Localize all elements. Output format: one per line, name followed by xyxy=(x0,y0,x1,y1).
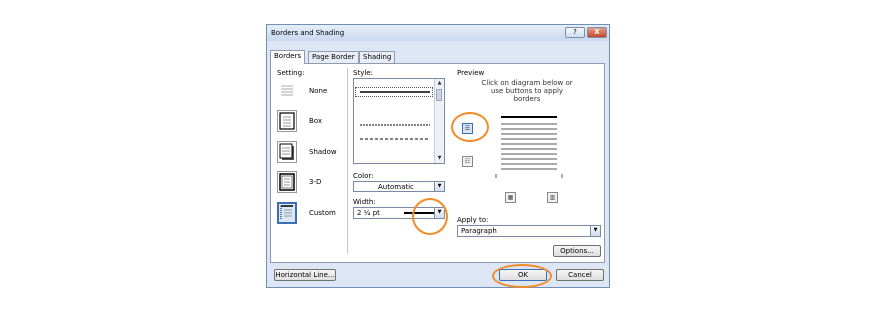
chevron-down-icon[interactable]: ▼ xyxy=(434,208,444,218)
style-list-scrollbar[interactable]: ▲ ▼ xyxy=(434,79,444,163)
title-bar: Borders and Shading ? X xyxy=(267,25,609,41)
divider xyxy=(347,68,348,254)
style-heading: Style: xyxy=(353,69,373,77)
color-heading: Color: xyxy=(353,172,374,180)
cancel-button[interactable]: Cancel xyxy=(556,269,604,281)
apply-to-value: Paragraph xyxy=(461,227,497,235)
preview-heading: Preview xyxy=(457,69,485,77)
setting-custom-label: Custom xyxy=(309,209,336,217)
scroll-up-icon[interactable]: ▲ xyxy=(435,79,444,88)
setting-heading: Setting: xyxy=(277,69,305,77)
ok-button[interactable]: OK xyxy=(499,269,547,281)
horizontal-line-button[interactable]: Horizontal Line... xyxy=(274,269,336,281)
scroll-thumb[interactable] xyxy=(436,89,442,101)
tab-shading[interactable]: Shading xyxy=(359,51,396,63)
chevron-down-icon[interactable]: ▼ xyxy=(590,226,600,236)
help-button[interactable]: ? xyxy=(565,27,585,38)
apply-to-select[interactable]: Paragraph ▼ xyxy=(457,225,601,237)
setting-3d-icon xyxy=(277,171,297,193)
color-select[interactable]: Automatic ▼ xyxy=(353,181,445,192)
setting-custom-icon xyxy=(277,202,297,224)
style-list-lines xyxy=(360,91,430,140)
setting-none-label: None xyxy=(309,87,328,95)
chevron-down-icon[interactable]: ▼ xyxy=(434,182,444,191)
setting-box-label: Box xyxy=(309,117,323,125)
close-button[interactable]: X xyxy=(587,27,607,38)
preview-instruction: Click on diagram below or use buttons to… xyxy=(481,79,573,103)
top-border-icon[interactable]: ☰ xyxy=(462,123,473,134)
setting-none-icon xyxy=(281,85,293,96)
setting-3d-label: 3-D xyxy=(309,178,322,186)
width-heading: Width: xyxy=(353,198,376,206)
setting-shadow-icon xyxy=(277,141,297,163)
tab-borders[interactable]: Borders xyxy=(270,50,306,64)
width-sample-line xyxy=(404,212,434,214)
scroll-down-icon[interactable]: ▼ xyxy=(435,154,444,163)
width-select[interactable]: 2 ¼ pt ▼ xyxy=(353,207,445,219)
preview-diagram[interactable] xyxy=(493,110,565,178)
options-button[interactable]: Options... xyxy=(553,245,601,257)
borders-tab-panel: Setting: None Box Shadow 3-D Custom Styl… xyxy=(270,63,605,263)
apply-to-heading: Apply to: xyxy=(457,216,489,224)
left-border-icon[interactable]: ▦ xyxy=(505,192,516,203)
setting-shadow-label: Shadow xyxy=(309,148,337,156)
width-value: 2 ¼ pt xyxy=(357,209,380,217)
borders-and-shading-dialog: Borders and Shading ? X Borders Page Bor… xyxy=(266,24,610,288)
style-list[interactable]: ▲ ▼ xyxy=(353,78,445,164)
inside-horizontal-border-icon[interactable]: ☷ xyxy=(462,156,473,167)
setting-none[interactable]: None xyxy=(277,80,327,104)
tab-page-border[interactable]: Page Border xyxy=(308,51,359,63)
color-value: Automatic xyxy=(378,183,414,191)
right-border-icon[interactable]: ▥ xyxy=(547,192,558,203)
setting-box-icon xyxy=(277,110,297,132)
dialog-title: Borders and Shading xyxy=(271,29,345,37)
